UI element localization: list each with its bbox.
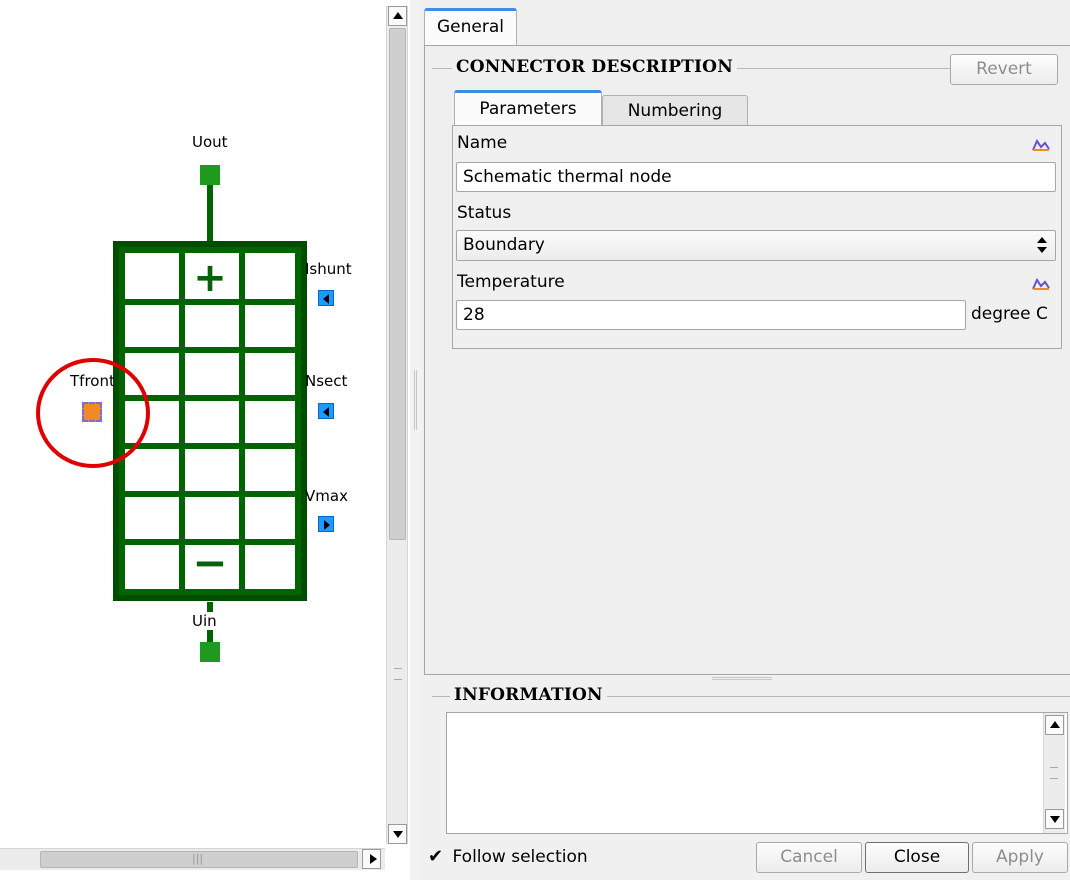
grip-icon bbox=[1050, 767, 1058, 779]
minus-terminal-symbol: − bbox=[192, 538, 228, 587]
pin-label-vmax: Vmax bbox=[305, 487, 348, 505]
name-label: Name bbox=[457, 133, 508, 153]
arrow-down-icon bbox=[1050, 816, 1060, 823]
arrow-right-icon bbox=[370, 854, 377, 864]
pin-ishunt[interactable] bbox=[318, 290, 334, 306]
vertical-scrollbar[interactable] bbox=[386, 6, 408, 844]
information-title: INFORMATION bbox=[450, 685, 607, 705]
arrow-left-icon bbox=[323, 294, 329, 304]
status-select-value: Boundary bbox=[463, 235, 545, 255]
pin-uin[interactable] bbox=[200, 642, 220, 662]
splitter-grip-icon bbox=[414, 370, 417, 430]
close-button[interactable]: Close bbox=[865, 842, 969, 873]
scroll-down-button[interactable] bbox=[388, 824, 407, 844]
pin-label-uin: Uin bbox=[192, 612, 217, 630]
subtab-numbering[interactable]: Numbering bbox=[602, 95, 748, 126]
pin-label-uout: Uout bbox=[192, 133, 228, 151]
scroll-right-button[interactable] bbox=[362, 849, 381, 869]
pin-label-ishunt: Ishunt bbox=[305, 260, 352, 278]
scroll-up-button[interactable] bbox=[1045, 715, 1064, 735]
scroll-up-button[interactable] bbox=[388, 6, 407, 26]
grip-icon bbox=[394, 668, 402, 680]
grip-icon: ||| bbox=[192, 852, 204, 865]
information-text-area[interactable] bbox=[446, 712, 1068, 834]
pin-label-nsect: Nsect bbox=[305, 372, 348, 390]
pin-vmax[interactable] bbox=[318, 516, 334, 532]
splitter-grip-icon[interactable] bbox=[712, 677, 772, 680]
status-select[interactable]: Boundary bbox=[456, 230, 1056, 261]
temperature-field[interactable]: 28 bbox=[456, 300, 966, 330]
chart-line-icon[interactable] bbox=[1032, 137, 1050, 151]
properties-panel: General CONNECTOR DESCRIPTION Revert Par… bbox=[422, 0, 1070, 880]
scroll-down-button[interactable] bbox=[1045, 809, 1064, 829]
temperature-unit: degree C bbox=[971, 304, 1048, 324]
scroll-thumb[interactable] bbox=[389, 28, 406, 540]
name-field[interactable]: Schematic thermal node bbox=[456, 162, 1056, 192]
horizontal-scrollbar[interactable]: ||| bbox=[0, 848, 385, 870]
pin-nsect[interactable] bbox=[318, 403, 334, 419]
updown-arrows-icon bbox=[1037, 237, 1047, 255]
checkmark-icon: ✔ bbox=[428, 846, 444, 867]
status-label: Status bbox=[457, 203, 512, 223]
info-scrollbar[interactable] bbox=[1043, 713, 1065, 833]
follow-selection-checkbox[interactable]: ✔ Follow selection bbox=[428, 846, 588, 867]
schematic-canvas[interactable]: Uout + − Uin Ishunt Nsect Vmax Tfront bbox=[0, 0, 385, 845]
wire-top bbox=[207, 185, 213, 245]
tab-general[interactable]: General bbox=[424, 8, 517, 46]
subtab-parameters[interactable]: Parameters bbox=[454, 90, 602, 126]
revert-button[interactable]: Revert bbox=[950, 54, 1058, 85]
arrow-left-icon bbox=[323, 407, 329, 417]
plus-terminal-symbol: + bbox=[193, 255, 227, 301]
arrow-up-icon bbox=[1050, 721, 1060, 728]
follow-selection-label: Follow selection bbox=[452, 847, 588, 867]
panel-splitter[interactable] bbox=[410, 0, 422, 880]
connector-description-title: CONNECTOR DESCRIPTION bbox=[452, 57, 737, 77]
arrow-down-icon bbox=[393, 831, 403, 838]
pin-uout[interactable] bbox=[200, 165, 220, 185]
cancel-button[interactable]: Cancel bbox=[756, 842, 862, 873]
temperature-label: Temperature bbox=[457, 272, 565, 292]
arrow-right-icon bbox=[324, 520, 330, 530]
chart-line-icon[interactable] bbox=[1032, 276, 1050, 290]
arrow-up-icon bbox=[393, 12, 403, 19]
apply-button[interactable]: Apply bbox=[972, 842, 1068, 873]
selection-highlight-circle bbox=[36, 358, 150, 468]
